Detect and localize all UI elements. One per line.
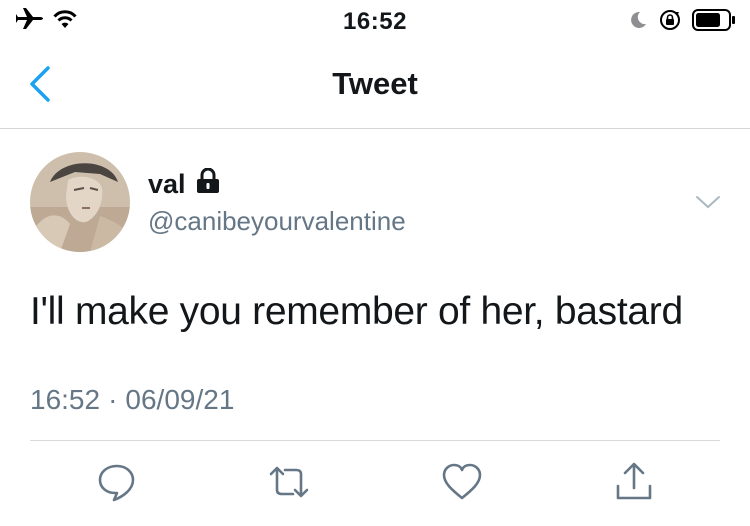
display-name: val bbox=[148, 169, 186, 199]
rotation-lock-icon bbox=[658, 8, 682, 37]
retweet-button[interactable] bbox=[267, 460, 311, 504]
page-title: Tweet bbox=[332, 66, 418, 101]
battery-icon bbox=[692, 9, 736, 36]
more-options-button[interactable] bbox=[694, 192, 722, 212]
share-button[interactable] bbox=[612, 460, 656, 504]
action-bar bbox=[0, 460, 750, 510]
divider bbox=[30, 440, 720, 441]
reply-icon bbox=[95, 464, 139, 508]
tweet-time: 16:52 bbox=[30, 384, 101, 415]
tweet-author[interactable]: val bbox=[148, 167, 220, 201]
reply-button[interactable] bbox=[95, 460, 139, 504]
like-button[interactable] bbox=[440, 460, 484, 504]
avatar[interactable] bbox=[30, 152, 130, 252]
tweet-timestamp: 16:52 · 06/09/21 bbox=[30, 384, 234, 416]
tweet-date: 06/09/21 bbox=[125, 384, 235, 415]
share-icon bbox=[612, 462, 656, 508]
lock-icon bbox=[196, 167, 220, 201]
tweet-text: I'll make you remember of her, bastard bbox=[30, 290, 683, 333]
chevron-down-icon bbox=[694, 196, 722, 216]
timestamp-separator: · bbox=[108, 384, 118, 415]
author-handle[interactable]: @canibeyourvalentine bbox=[148, 206, 406, 237]
retweet-icon bbox=[267, 466, 311, 508]
moon-icon bbox=[628, 10, 648, 35]
nav-bar: Tweet bbox=[0, 48, 750, 129]
status-bar: 16:52 bbox=[0, 0, 750, 40]
like-icon bbox=[440, 463, 484, 508]
